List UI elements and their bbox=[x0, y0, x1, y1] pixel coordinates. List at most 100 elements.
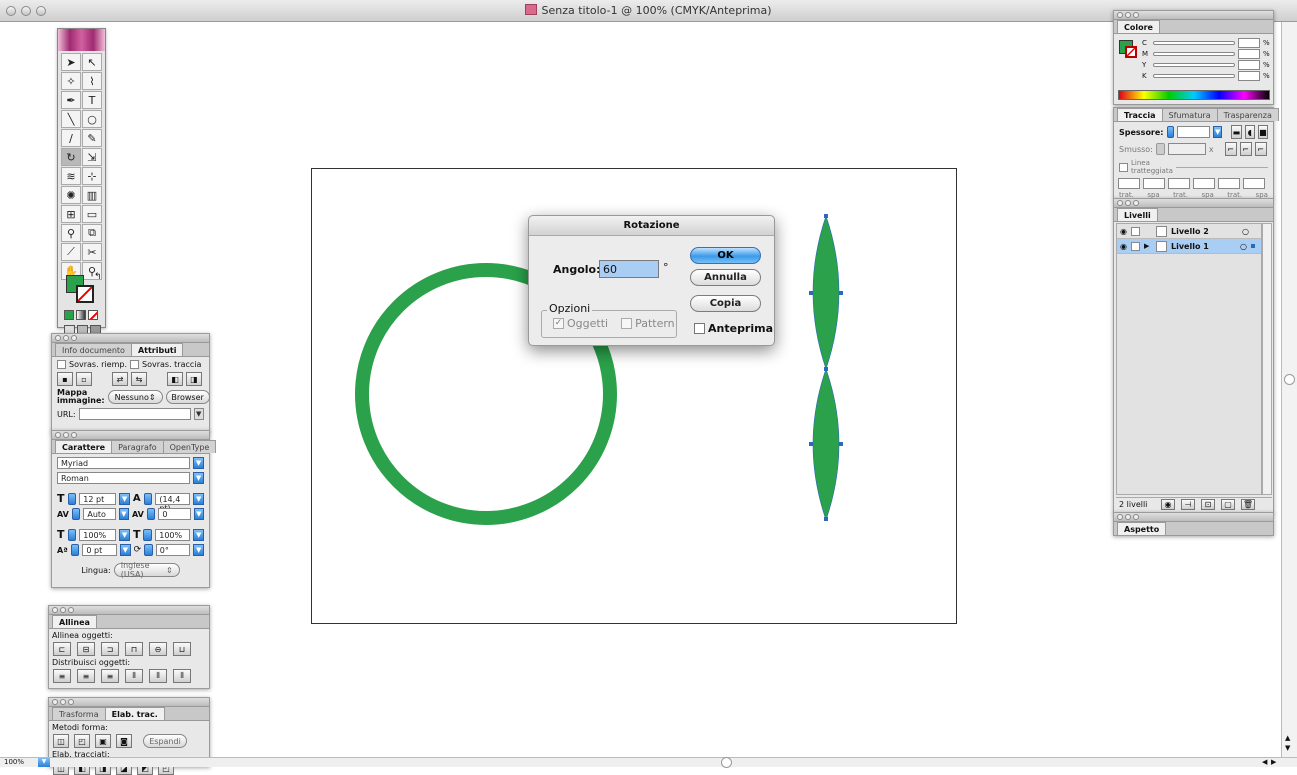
panel-zoom-icon[interactable] bbox=[71, 432, 77, 438]
image-map-select[interactable]: Nessuno ⇕ bbox=[107, 390, 163, 404]
character-rotation-input[interactable]: 0° bbox=[155, 544, 191, 556]
channel-input-y[interactable] bbox=[1238, 59, 1260, 70]
kerning-stepper[interactable] bbox=[71, 508, 81, 520]
stroke-color-swatch[interactable] bbox=[76, 285, 94, 303]
vertical-scroll-thumb[interactable] bbox=[1284, 374, 1295, 385]
distribute-top-icon[interactable]: ≡ bbox=[53, 669, 71, 683]
rotate-tool-icon[interactable]: ↻ bbox=[61, 148, 81, 166]
shape-subtract-icon[interactable]: ◰ bbox=[74, 734, 90, 748]
swap-colors-icon[interactable]: ↰ bbox=[94, 272, 102, 282]
join-bevel-icon[interactable]: ⌐ bbox=[1254, 142, 1267, 156]
channel-slider-k[interactable] bbox=[1153, 73, 1235, 78]
tab-stroke[interactable]: Traccia bbox=[1117, 108, 1163, 121]
dashed-line-checkbox[interactable] bbox=[1119, 162, 1128, 172]
target-icon[interactable]: ○ bbox=[1242, 227, 1249, 236]
show-center-icon[interactable]: ▪ bbox=[57, 372, 73, 386]
panel-close-icon[interactable] bbox=[52, 699, 58, 705]
align-hcenter-icon[interactable]: ⊟ bbox=[77, 642, 95, 656]
tab-appearance[interactable]: Aspetto bbox=[1117, 522, 1167, 535]
tab-character[interactable]: Carattere bbox=[55, 440, 113, 453]
zoom-level[interactable]: 100% bbox=[4, 758, 24, 766]
channel-input-k[interactable] bbox=[1238, 70, 1260, 81]
panel-minimize-icon[interactable] bbox=[1125, 514, 1131, 520]
reverse-direction-alt-icon[interactable]: ⇆ bbox=[131, 372, 147, 386]
shape-exclude-icon[interactable]: ◙ bbox=[116, 734, 132, 748]
tab-attributes[interactable]: Attributi bbox=[130, 343, 184, 356]
panel-minimize-icon[interactable] bbox=[1125, 200, 1131, 206]
panel-minimize-icon[interactable] bbox=[60, 699, 66, 705]
shape-intersect-icon[interactable]: ▣ bbox=[95, 734, 111, 748]
cap-butt-icon[interactable]: ▬ bbox=[1231, 125, 1242, 139]
cap-square-icon[interactable]: ■ bbox=[1257, 125, 1268, 139]
green-leaf-shape-top[interactable] bbox=[812, 215, 840, 370]
tab-color[interactable]: Colore bbox=[1117, 20, 1160, 33]
lock-toggle[interactable] bbox=[1130, 226, 1140, 236]
tab-paragraph[interactable]: Paragrafo bbox=[111, 440, 164, 453]
horizontal-scale-stepper[interactable] bbox=[67, 528, 77, 541]
join-round-icon[interactable]: ⌐ bbox=[1239, 142, 1252, 156]
blend-tool-icon[interactable]: ⧉ bbox=[82, 224, 102, 242]
character-rotation-stepper[interactable] bbox=[144, 544, 153, 556]
stroke-weight-dropdown-icon[interactable]: ▼ bbox=[1212, 126, 1223, 138]
align-left-icon[interactable]: ⊏ bbox=[53, 642, 71, 656]
color-mode-icon[interactable] bbox=[64, 310, 74, 320]
layer-row[interactable]: ◉ ▶ Livello 1 ○ bbox=[1117, 239, 1261, 254]
visibility-eye-icon[interactable]: ◉ bbox=[1120, 242, 1127, 251]
distribute-bottom-icon[interactable]: ≡ bbox=[101, 669, 119, 683]
panel-minimize-icon[interactable] bbox=[63, 335, 69, 341]
tab-opentype[interactable]: OpenType bbox=[162, 440, 217, 453]
objects-checkbox[interactable]: ✓ bbox=[553, 318, 564, 329]
scroll-right-icon[interactable]: ▶ bbox=[1271, 758, 1276, 766]
stroke-weight-stepper[interactable] bbox=[1166, 126, 1175, 138]
color-stroke-swatch[interactable] bbox=[1125, 46, 1137, 58]
panel-close-icon[interactable] bbox=[1117, 12, 1123, 18]
gradient-tool-icon[interactable]: ▭ bbox=[82, 205, 102, 223]
lasso-tool-icon[interactable]: ⌇ bbox=[82, 72, 102, 90]
tab-transform[interactable]: Trasforma bbox=[52, 707, 106, 720]
channel-input-m[interactable] bbox=[1238, 48, 1260, 59]
distribute-right-icon[interactable]: ⫴ bbox=[173, 669, 191, 683]
font-style-input[interactable]: Roman bbox=[57, 472, 191, 484]
cap-round-icon[interactable]: ◖ bbox=[1244, 125, 1255, 139]
dash-field-1[interactable] bbox=[1118, 178, 1140, 189]
panel-zoom-icon[interactable] bbox=[1133, 514, 1139, 520]
tab-layers[interactable]: Livelli bbox=[1117, 208, 1158, 221]
panel-minimize-icon[interactable] bbox=[60, 607, 66, 613]
align-right-icon[interactable]: ⊐ bbox=[101, 642, 119, 656]
cancel-button[interactable]: Annulla bbox=[690, 269, 761, 286]
scale-tool-icon[interactable]: ⇲ bbox=[82, 148, 102, 166]
stroke-weight-input[interactable] bbox=[1177, 126, 1210, 138]
overprint-fill-checkbox[interactable] bbox=[57, 360, 66, 369]
language-select[interactable]: Inglese (USA) ⇕ bbox=[113, 561, 180, 579]
panel-minimize-icon[interactable] bbox=[1125, 12, 1131, 18]
scroll-left-icon[interactable]: ◀ bbox=[1262, 758, 1267, 766]
font-family-input[interactable]: Myriad bbox=[57, 457, 191, 469]
scissors-tool-icon[interactable]: ✂ bbox=[82, 243, 102, 261]
zoom-dropdown-icon[interactable]: ▼ bbox=[38, 758, 50, 767]
panel-zoom-icon[interactable] bbox=[68, 699, 74, 705]
hide-center-icon[interactable]: ▫ bbox=[76, 372, 92, 386]
new-sublayer-icon[interactable]: ⊡ bbox=[1201, 499, 1215, 510]
panel-zoom-icon[interactable] bbox=[68, 607, 74, 613]
eyedropper-tool-icon[interactable]: ⚲ bbox=[61, 224, 81, 242]
none-mode-icon[interactable] bbox=[88, 310, 98, 320]
dash-field-3[interactable] bbox=[1218, 178, 1240, 189]
align-top-icon[interactable]: ⊓ bbox=[125, 642, 143, 656]
panel-zoom-icon[interactable] bbox=[1133, 200, 1139, 206]
magic-wand-tool-icon[interactable]: ✧ bbox=[61, 72, 81, 90]
pen-tool-icon[interactable]: ✒ bbox=[61, 91, 81, 109]
expand-button[interactable]: Espandi bbox=[143, 734, 187, 748]
channel-slider-m[interactable] bbox=[1153, 51, 1235, 56]
font-size-dropdown-icon[interactable]: ▼ bbox=[119, 492, 130, 505]
tab-document-info[interactable]: Info documento bbox=[55, 343, 132, 356]
overprint-stroke-checkbox[interactable] bbox=[130, 360, 139, 369]
font-family-dropdown-icon[interactable]: ▼ bbox=[193, 457, 204, 469]
leading-stepper[interactable] bbox=[143, 492, 153, 505]
font-size-stepper[interactable] bbox=[67, 492, 77, 505]
ok-button[interactable]: OK bbox=[690, 247, 761, 264]
tab-gradient[interactable]: Sfumatura bbox=[1161, 108, 1218, 121]
direct-selection-tool-icon[interactable]: ↖ bbox=[82, 53, 102, 71]
url-dropdown-icon[interactable]: ▼ bbox=[193, 408, 204, 420]
baseline-shift-input[interactable]: 0 pt bbox=[82, 544, 117, 556]
layers-scrollbar[interactable] bbox=[1262, 223, 1272, 495]
